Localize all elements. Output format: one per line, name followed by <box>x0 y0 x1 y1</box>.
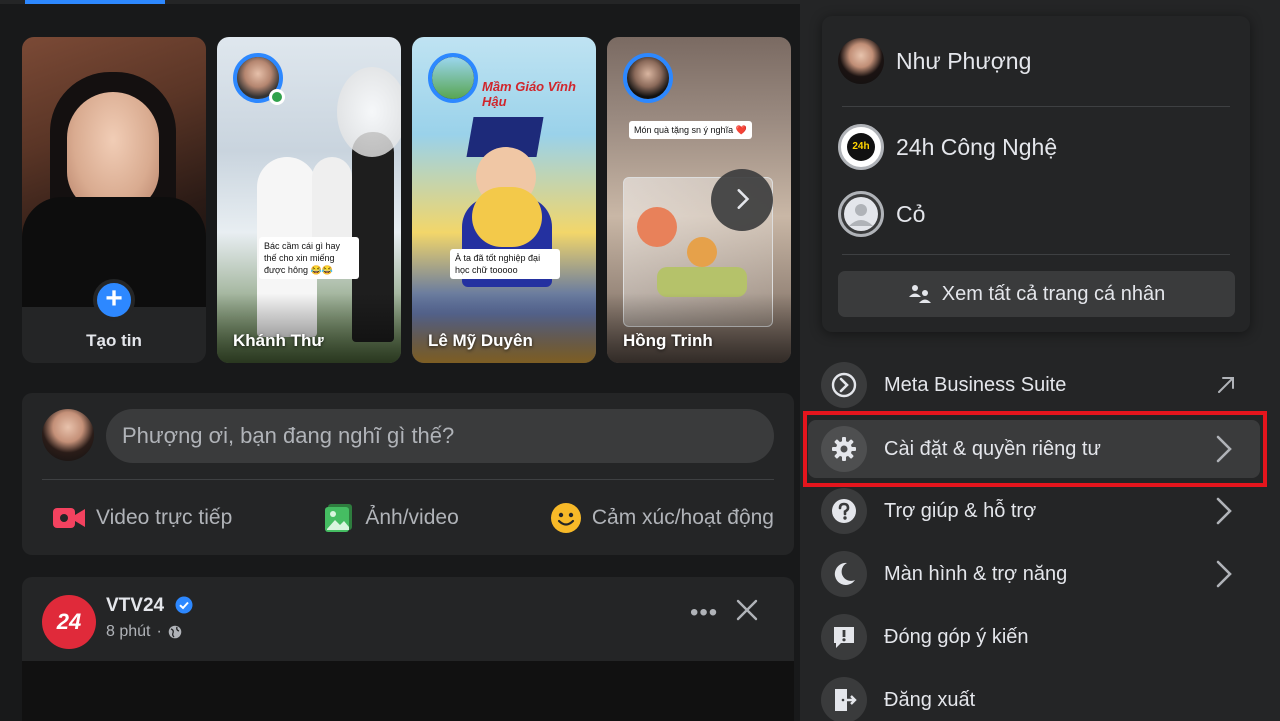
profile-name: Như Phượng <box>896 47 1032 74</box>
photo-video-button[interactable]: Ảnh/video <box>313 493 468 543</box>
feed-post: 24 VTV24 8 phút · ••• <box>22 577 794 721</box>
menu-item-label: Trợ giúp & hỗ trợ <box>884 499 1037 522</box>
feeling-activity-button[interactable]: Cảm xúc/hoạt động <box>540 493 784 543</box>
profiles-card: Như Phượng 24h 24h Công Nghệ Cỏ Xem tất … <box>822 16 1250 332</box>
story-author-name: Lê Mỹ Duyên <box>428 331 533 350</box>
story-caption: À ta đã tốt nghiệp đại học chữ tooooo <box>450 249 560 279</box>
smiley-icon <box>550 503 581 533</box>
status-input[interactable]: Phượng ơi, bạn đang nghĩ gì thế? <box>106 409 774 463</box>
page-name[interactable]: VTV24 <box>106 595 164 617</box>
chevron-right-icon <box>1216 497 1232 525</box>
post-composer: Phượng ơi, bạn đang nghĩ gì thế? Video t… <box>22 393 794 555</box>
profile-item-24h-cong-nghe[interactable]: 24h 24h Công Nghệ <box>838 124 1057 170</box>
help-icon <box>821 488 867 534</box>
default-avatar-icon <box>844 197 878 231</box>
menu-item-label: Meta Business Suite <box>884 373 1067 396</box>
divider <box>842 106 1230 107</box>
online-status-dot <box>269 89 285 105</box>
menu-item-give-feedback[interactable]: Đóng góp ý kiến <box>808 608 1260 666</box>
avatar <box>838 191 884 237</box>
menu-item-label: Màn hình & trợ năng <box>884 562 1068 585</box>
stories-tray: + Tạo tin Bác cầm cái gì hay thế cho xin… <box>22 37 791 363</box>
logout-icon <box>821 677 867 721</box>
profile-name: Cỏ <box>896 200 926 227</box>
close-icon <box>736 599 758 621</box>
meta-business-icon <box>821 362 867 408</box>
story-author-name: Hồng Trinh <box>623 331 713 350</box>
divider <box>842 254 1230 255</box>
page-logo-text: 24h <box>847 133 875 161</box>
profile-item-nhu-phuong[interactable]: Như Phượng <box>838 38 1031 84</box>
account-menu: Như Phượng 24h 24h Công Nghệ Cỏ Xem tất … <box>800 0 1280 721</box>
photo-video-label: Ảnh/video <box>365 506 459 529</box>
post-meta: 8 phút · <box>106 623 182 641</box>
menu-item-meta-business-suite[interactable]: Meta Business Suite <box>808 356 1260 414</box>
menu-item-help-support[interactable]: Trợ giúp & hỗ trợ <box>808 482 1260 540</box>
story-avatar <box>623 53 673 103</box>
verified-badge-icon <box>175 596 193 614</box>
stories-next-button[interactable] <box>711 169 773 231</box>
create-story-card[interactable]: + Tạo tin <box>22 37 206 363</box>
story-caption: Món quà tặng sn ý nghĩa ❤️ <box>629 121 752 139</box>
profiles-icon <box>908 285 931 303</box>
avatar: 24h <box>838 124 884 170</box>
home-tab-indicator <box>25 0 165 4</box>
feedback-icon <box>821 614 867 660</box>
live-video-label: Video trực tiếp <box>96 506 233 529</box>
hide-post-button[interactable] <box>736 597 758 627</box>
story-author-name: Khánh Thư <box>233 331 324 350</box>
story-card[interactable]: Bác cầm cái gì hay thế cho xin miếng đượ… <box>217 37 401 363</box>
live-video-button[interactable]: Video trực tiếp <box>42 493 242 543</box>
external-link-icon <box>1218 377 1234 393</box>
chevron-right-icon <box>1216 560 1232 588</box>
see-all-profiles-button[interactable]: Xem tất cả trang cá nhân <box>838 271 1235 317</box>
menu-item-logout[interactable]: Đăng xuất <box>808 671 1260 721</box>
post-media[interactable] <box>22 661 794 721</box>
create-story-photo <box>22 37 206 307</box>
page-avatar[interactable]: 24 <box>42 595 96 649</box>
highlight-annotation-box <box>803 411 1267 487</box>
story-banner-text: Mầm Giáo Vĩnh Hậu <box>482 79 576 109</box>
menu-item-display-accessibility[interactable]: Màn hình & trợ năng <box>808 545 1260 603</box>
story-card[interactable]: Mầm Giáo Vĩnh Hậu À ta đã tốt nghiệp đại… <box>412 37 596 363</box>
feeling-activity-label: Cảm xúc/hoạt động <box>591 506 774 529</box>
avatar[interactable] <box>42 409 94 461</box>
post-time[interactable]: 8 phút <box>106 623 150 641</box>
video-camera-icon <box>53 508 85 528</box>
story-avatar <box>428 53 478 103</box>
globe-icon <box>168 625 182 639</box>
moon-icon <box>821 551 867 597</box>
see-all-profiles-label: Xem tất cả trang cá nhân <box>941 282 1166 305</box>
more-options-button[interactable]: ••• <box>690 599 718 627</box>
photo-icon <box>325 504 353 532</box>
chevron-right-icon <box>737 189 750 209</box>
divider <box>42 479 774 480</box>
create-story-label: Tạo tin <box>86 331 142 350</box>
story-caption: Bác cầm cái gì hay thế cho xin miếng đượ… <box>259 237 359 279</box>
menu-item-label: Đăng xuất <box>884 688 976 711</box>
profile-name: 24h Công Nghệ <box>896 133 1058 160</box>
menu-item-label: Đóng góp ý kiến <box>884 625 1029 648</box>
profile-item-co[interactable]: Cỏ <box>838 191 925 237</box>
plus-icon[interactable]: + <box>93 279 135 321</box>
avatar <box>838 38 884 84</box>
